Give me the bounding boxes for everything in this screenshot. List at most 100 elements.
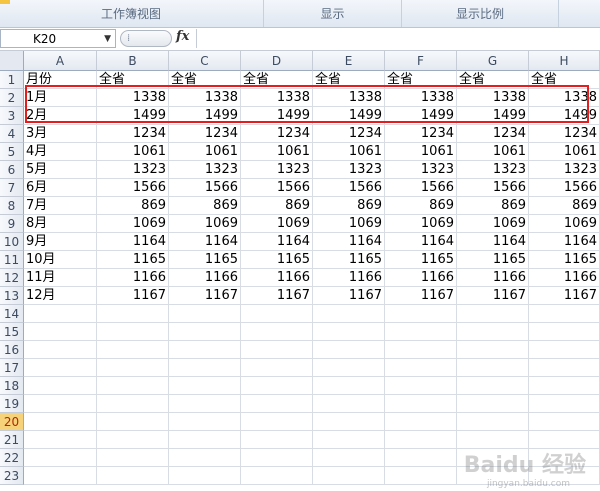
cell-d11[interactable]: 1165 bbox=[241, 251, 313, 269]
cell-b13[interactable]: 1167 bbox=[97, 287, 169, 305]
cell-e22[interactable] bbox=[313, 449, 385, 467]
row-header-4[interactable]: 4 bbox=[0, 125, 24, 143]
cell-a2[interactable]: 1月 bbox=[24, 89, 97, 107]
cell-d16[interactable] bbox=[241, 341, 313, 359]
cell-b15[interactable] bbox=[97, 323, 169, 341]
row-header-9[interactable]: 9 bbox=[0, 215, 24, 233]
cell-a13[interactable]: 12月 bbox=[24, 287, 97, 305]
cell-h20[interactable] bbox=[529, 413, 600, 431]
cell-a9[interactable]: 8月 bbox=[24, 215, 97, 233]
cell-f14[interactable] bbox=[385, 305, 457, 323]
row-header-18[interactable]: 18 bbox=[0, 377, 24, 395]
cell-f19[interactable] bbox=[385, 395, 457, 413]
cell-a15[interactable] bbox=[24, 323, 97, 341]
cell-g2[interactable]: 1338 bbox=[457, 89, 529, 107]
formula-bar-splitter[interactable]: ⁞ bbox=[120, 30, 172, 47]
cell-e7[interactable]: 1566 bbox=[313, 179, 385, 197]
cell-f12[interactable]: 1166 bbox=[385, 269, 457, 287]
cell-d15[interactable] bbox=[241, 323, 313, 341]
cell-e5[interactable]: 1061 bbox=[313, 143, 385, 161]
row-header-11[interactable]: 11 bbox=[0, 251, 24, 269]
cell-g11[interactable]: 1165 bbox=[457, 251, 529, 269]
cell-f13[interactable]: 1167 bbox=[385, 287, 457, 305]
cell-c8[interactable]: 869 bbox=[169, 197, 241, 215]
cell-b12[interactable]: 1166 bbox=[97, 269, 169, 287]
row-header-21[interactable]: 21 bbox=[0, 431, 24, 449]
cell-f10[interactable]: 1164 bbox=[385, 233, 457, 251]
cell-e21[interactable] bbox=[313, 431, 385, 449]
cell-e16[interactable] bbox=[313, 341, 385, 359]
cell-g13[interactable]: 1167 bbox=[457, 287, 529, 305]
cell-f9[interactable]: 1069 bbox=[385, 215, 457, 233]
cell-e9[interactable]: 1069 bbox=[313, 215, 385, 233]
row-header-1[interactable]: 1 bbox=[0, 71, 24, 89]
row-header-12[interactable]: 12 bbox=[0, 269, 24, 287]
cell-b7[interactable]: 1566 bbox=[97, 179, 169, 197]
cell-a4[interactable]: 3月 bbox=[24, 125, 97, 143]
cell-d3[interactable]: 1499 bbox=[241, 107, 313, 125]
cell-d17[interactable] bbox=[241, 359, 313, 377]
row-header-7[interactable]: 7 bbox=[0, 179, 24, 197]
row-header-17[interactable]: 17 bbox=[0, 359, 24, 377]
cell-d20[interactable] bbox=[241, 413, 313, 431]
cell-c13[interactable]: 1167 bbox=[169, 287, 241, 305]
row-header-8[interactable]: 8 bbox=[0, 197, 24, 215]
select-all-corner[interactable] bbox=[0, 51, 24, 71]
cell-e11[interactable]: 1165 bbox=[313, 251, 385, 269]
cell-h5[interactable]: 1061 bbox=[529, 143, 600, 161]
cell-d5[interactable]: 1061 bbox=[241, 143, 313, 161]
cell-e15[interactable] bbox=[313, 323, 385, 341]
cell-a7[interactable]: 6月 bbox=[24, 179, 97, 197]
name-box[interactable]: K20 ▼ bbox=[0, 29, 116, 48]
cell-a6[interactable]: 5月 bbox=[24, 161, 97, 179]
cell-d13[interactable]: 1167 bbox=[241, 287, 313, 305]
cell-e8[interactable]: 869 bbox=[313, 197, 385, 215]
cell-f22[interactable] bbox=[385, 449, 457, 467]
cell-f21[interactable] bbox=[385, 431, 457, 449]
cell-c19[interactable] bbox=[169, 395, 241, 413]
cell-h18[interactable] bbox=[529, 377, 600, 395]
cell-c3[interactable]: 1499 bbox=[169, 107, 241, 125]
cell-h6[interactable]: 1323 bbox=[529, 161, 600, 179]
cell-c9[interactable]: 1069 bbox=[169, 215, 241, 233]
cell-d4[interactable]: 1234 bbox=[241, 125, 313, 143]
cell-g7[interactable]: 1566 bbox=[457, 179, 529, 197]
cell-c16[interactable] bbox=[169, 341, 241, 359]
cell-e1[interactable]: 全省 bbox=[313, 71, 385, 89]
cell-h13[interactable]: 1167 bbox=[529, 287, 600, 305]
cell-c11[interactable]: 1165 bbox=[169, 251, 241, 269]
cell-b23[interactable] bbox=[97, 467, 169, 485]
row-header-22[interactable]: 22 bbox=[0, 449, 24, 467]
cell-a19[interactable] bbox=[24, 395, 97, 413]
cell-c6[interactable]: 1323 bbox=[169, 161, 241, 179]
ribbon-group-workbook-views[interactable]: 工作簿视图 bbox=[0, 0, 262, 27]
cell-b6[interactable]: 1323 bbox=[97, 161, 169, 179]
cell-e18[interactable] bbox=[313, 377, 385, 395]
cell-f6[interactable]: 1323 bbox=[385, 161, 457, 179]
cell-f11[interactable]: 1165 bbox=[385, 251, 457, 269]
row-header-15[interactable]: 15 bbox=[0, 323, 24, 341]
cell-f15[interactable] bbox=[385, 323, 457, 341]
cell-c21[interactable] bbox=[169, 431, 241, 449]
cell-g19[interactable] bbox=[457, 395, 529, 413]
cell-h12[interactable]: 1166 bbox=[529, 269, 600, 287]
cell-a21[interactable] bbox=[24, 431, 97, 449]
cell-g10[interactable]: 1164 bbox=[457, 233, 529, 251]
row-header-2[interactable]: 2 bbox=[0, 89, 24, 107]
cell-f23[interactable] bbox=[385, 467, 457, 485]
cell-b20[interactable] bbox=[97, 413, 169, 431]
cell-g12[interactable]: 1166 bbox=[457, 269, 529, 287]
cell-a5[interactable]: 4月 bbox=[24, 143, 97, 161]
cell-g18[interactable] bbox=[457, 377, 529, 395]
cell-b5[interactable]: 1061 bbox=[97, 143, 169, 161]
cell-f7[interactable]: 1566 bbox=[385, 179, 457, 197]
cell-g17[interactable] bbox=[457, 359, 529, 377]
cell-b22[interactable] bbox=[97, 449, 169, 467]
cell-h2[interactable]: 1338 bbox=[529, 89, 600, 107]
cell-d19[interactable] bbox=[241, 395, 313, 413]
cell-g1[interactable]: 全省 bbox=[457, 71, 529, 89]
cell-h3[interactable]: 1499 bbox=[529, 107, 600, 125]
cell-d18[interactable] bbox=[241, 377, 313, 395]
cell-a17[interactable] bbox=[24, 359, 97, 377]
ribbon-group-zoom[interactable]: 显示比例 bbox=[401, 0, 558, 27]
